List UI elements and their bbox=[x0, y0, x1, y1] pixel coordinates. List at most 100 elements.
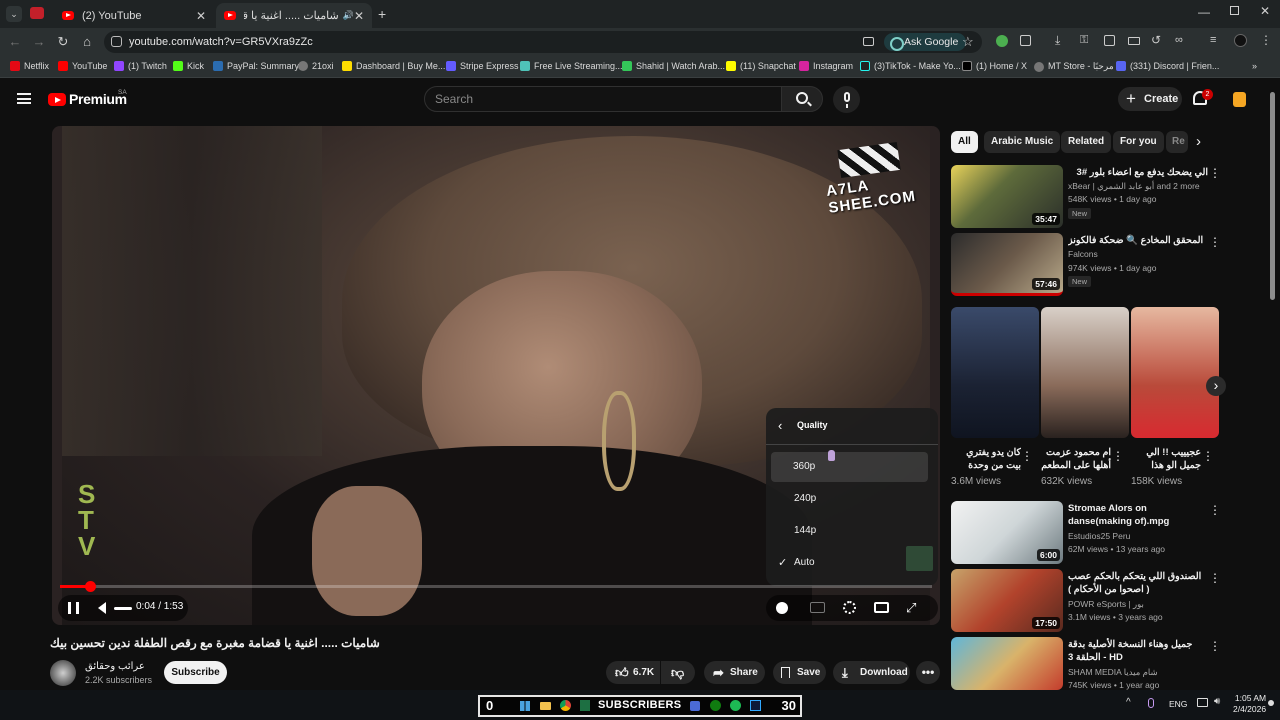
excel-icon[interactable] bbox=[580, 700, 590, 711]
more-options-icon[interactable]: ⋮ bbox=[1209, 166, 1221, 180]
video-thumbnail[interactable]: 17:50 bbox=[951, 569, 1063, 632]
chip-all[interactable]: All bbox=[951, 131, 978, 153]
bookmark-youtube[interactable]: YouTube bbox=[58, 61, 107, 71]
progress-bar[interactable] bbox=[60, 585, 932, 588]
spotify-icon[interactable] bbox=[730, 700, 741, 711]
star-icon[interactable]: ☆ bbox=[962, 34, 974, 50]
shorts-next-button[interactable]: › bbox=[1206, 376, 1226, 396]
subscribe-button[interactable]: Subscribe bbox=[164, 661, 227, 684]
cast-icon[interactable] bbox=[863, 37, 874, 46]
minimize-icon[interactable]: — bbox=[1198, 5, 1210, 19]
xbox-icon[interactable] bbox=[710, 700, 721, 711]
create-button[interactable]: + Create bbox=[1118, 87, 1182, 111]
tab-active-video[interactable]: شاميات ..... اغنية يا قضامة (2) 🔊 ✕ bbox=[216, 3, 372, 28]
related-video-channel[interactable]: POWR eSports | بور bbox=[1068, 599, 1144, 610]
back-icon[interactable]: ← bbox=[6, 33, 24, 51]
new-tab-button[interactable]: + bbox=[378, 6, 386, 22]
related-video-channel[interactable]: SHAM MEDIA شام ميديا bbox=[1068, 667, 1158, 678]
related-video-channel[interactable]: Estudios25 Peru bbox=[1068, 531, 1130, 541]
speaker-icon[interactable]: 🔊 bbox=[343, 10, 354, 21]
bookmark-netflix[interactable]: Netflix bbox=[10, 61, 49, 71]
quality-option-240p[interactable]: 240p bbox=[766, 484, 938, 514]
url-text[interactable]: youtube.com/watch?v=GR5VXra9zZc bbox=[129, 36, 313, 48]
settings-gear-icon[interactable] bbox=[843, 601, 856, 614]
chip-arabic-music[interactable]: Arabic Music bbox=[984, 131, 1061, 153]
chrome-icon[interactable] bbox=[560, 700, 571, 711]
like-button[interactable]: 👍︎ 6.7K bbox=[606, 661, 660, 684]
channel-name[interactable]: عرائب وحقائق bbox=[85, 661, 145, 672]
volume-slider[interactable] bbox=[114, 607, 132, 610]
video-thumbnail[interactable] bbox=[951, 637, 1063, 690]
tab-search-button[interactable]: ⌄ bbox=[6, 6, 22, 22]
bookmark-x[interactable]: (1) Home / X bbox=[962, 61, 1027, 71]
bookmark-shahid[interactable]: Shahid | Watch Arab... bbox=[622, 61, 725, 71]
key-icon[interactable]: ⚿ bbox=[1080, 34, 1088, 47]
notification-center-icon[interactable] bbox=[1268, 700, 1274, 706]
related-video-title[interactable]: المحقق المخادع 🔍 ضحكة فالكونز bbox=[1068, 234, 1208, 247]
short-title[interactable]: كان يدو يفتري بيت من وحدة bbox=[951, 446, 1021, 473]
bookmark-stripe[interactable]: Stripe Express bbox=[446, 61, 519, 71]
fullscreen-icon[interactable]: ⤢ bbox=[906, 600, 916, 616]
profile-avatar[interactable] bbox=[1234, 34, 1247, 47]
card-icon[interactable] bbox=[1128, 37, 1140, 45]
download-icon[interactable]: ⤓ bbox=[1055, 33, 1060, 48]
restore-icon[interactable] bbox=[1230, 6, 1239, 15]
related-video-channel[interactable]: Falcons bbox=[1068, 249, 1098, 259]
short-thumbnail[interactable] bbox=[1131, 307, 1219, 438]
share-button[interactable]: ➦ Share bbox=[704, 661, 765, 684]
youtube-logo[interactable] bbox=[48, 93, 66, 106]
site-info-icon[interactable] bbox=[111, 36, 122, 47]
more-options-icon[interactable]: ⋮ bbox=[1202, 449, 1214, 463]
quality-option-144p[interactable]: 144p bbox=[766, 516, 938, 546]
history-icon[interactable]: ↺ bbox=[1151, 33, 1161, 47]
bookmark-kick[interactable]: Kick bbox=[173, 61, 204, 71]
bookmark-streaming[interactable]: Free Live Streaming... bbox=[520, 61, 623, 71]
account-avatar[interactable] bbox=[1233, 92, 1246, 107]
bookmark-mtstore[interactable]: MT Store - مرحبًا bbox=[1034, 61, 1114, 72]
search-button[interactable] bbox=[781, 86, 823, 112]
chip-truncated[interactable]: Re bbox=[1166, 131, 1188, 153]
volume-tray-icon[interactable]: 🔊︎ bbox=[1214, 696, 1220, 707]
back-chevron-icon[interactable]: ‹ bbox=[778, 418, 782, 433]
progress-scrubber[interactable] bbox=[85, 581, 96, 592]
photoshop-icon[interactable] bbox=[750, 700, 761, 711]
pinned-tab[interactable] bbox=[30, 7, 44, 19]
tray-chevron-icon[interactable]: ^ bbox=[1126, 697, 1131, 708]
bookmark-21oxi[interactable]: 21oxi bbox=[298, 61, 334, 71]
more-vertical-icon[interactable]: ⋮ bbox=[1260, 33, 1272, 47]
extension-icon[interactable] bbox=[996, 35, 1008, 47]
short-title[interactable]: ام محمود عزمت أهلها على المطعم bbox=[1041, 446, 1111, 473]
folder-icon[interactable] bbox=[540, 702, 551, 710]
bookmarks-overflow-icon[interactable]: » bbox=[1252, 61, 1257, 71]
channel-avatar[interactable] bbox=[50, 660, 76, 686]
bookmark-paypal[interactable]: PayPal: Summary bbox=[213, 61, 299, 71]
translate-icon[interactable] bbox=[1104, 35, 1115, 46]
video-thumbnail[interactable]: 35:47 bbox=[951, 165, 1063, 228]
video-thumbnail[interactable]: 6:00 bbox=[951, 501, 1063, 564]
app-icon[interactable] bbox=[690, 701, 700, 711]
quality-option-360p[interactable]: 360p bbox=[771, 452, 928, 482]
more-options-icon[interactable]: ⋮ bbox=[1209, 639, 1221, 653]
more-options-icon[interactable]: ⋮ bbox=[1209, 571, 1221, 585]
home-icon[interactable]: ⌂ bbox=[78, 33, 96, 51]
more-actions-button[interactable]: ••• bbox=[916, 661, 940, 684]
video-player[interactable]: A7LA SHEE.COM STV ‹ Quality 360p 240p 14… bbox=[52, 126, 940, 625]
related-video-channel[interactable]: xBear | أبو عابد الشمري and 2 more bbox=[1068, 181, 1200, 192]
language-indicator[interactable]: ENG bbox=[1169, 699, 1187, 709]
menu-lines-icon[interactable]: ≡ bbox=[1210, 34, 1216, 46]
network-icon[interactable] bbox=[1197, 698, 1208, 707]
autoplay-toggle-icon[interactable] bbox=[776, 602, 788, 614]
system-clock[interactable]: 1:05 AM 2/4/2026 bbox=[1233, 693, 1266, 715]
windows-start-icon[interactable] bbox=[520, 701, 530, 711]
pause-icon[interactable] bbox=[68, 602, 79, 614]
mic-tray-icon[interactable] bbox=[1148, 698, 1154, 708]
chevron-right-icon[interactable]: › bbox=[1196, 133, 1201, 150]
forward-icon[interactable]: → bbox=[30, 33, 48, 51]
related-video-title[interactable]: الصندوق اللي يتحكم بالحكم عصب ( اصحوا من… bbox=[1068, 570, 1206, 596]
ask-google-button[interactable]: Ask Google bbox=[884, 33, 967, 51]
bookmark-snapchat[interactable]: (11) Snapchat bbox=[726, 61, 796, 71]
bookmark-twitch[interactable]: (1) Twitch bbox=[114, 61, 167, 71]
bookmark-instagram[interactable]: Instagram bbox=[799, 61, 853, 71]
more-options-icon[interactable]: ⋮ bbox=[1209, 503, 1221, 517]
related-video-title[interactable]: Stromae Alors on danse(making of).mpg bbox=[1068, 502, 1206, 528]
